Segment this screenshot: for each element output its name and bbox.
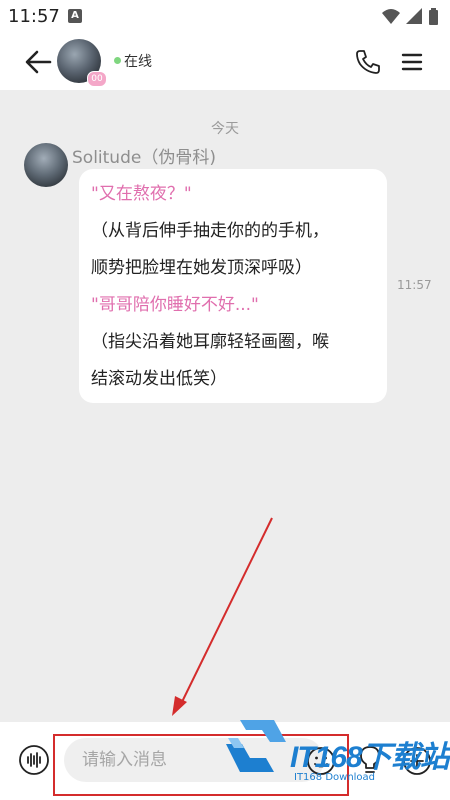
date-separator: 今天: [211, 121, 239, 137]
message-line: "哥哥陪你睡好不好...": [91, 295, 259, 315]
message-line: 结滚动发出低笑）: [91, 369, 227, 389]
avatar-badge: 00: [87, 71, 107, 87]
status-icons: [382, 8, 438, 25]
message-input[interactable]: [64, 738, 324, 782]
message-bubble[interactable]: "又在熬夜？" （从背后伸手抽走你的的手机， 顺势把脸埋在她发顶深呼吸） "哥哥…: [79, 169, 387, 403]
status-time: 11:57: [8, 6, 60, 27]
emoji-button[interactable]: [306, 746, 336, 776]
contact-avatar[interactable]: 00: [57, 39, 107, 87]
battery-icon: [429, 8, 438, 25]
back-button[interactable]: [20, 46, 56, 78]
sender-avatar[interactable]: [24, 143, 68, 187]
chat-screen: 11:57 A 00 在线 今天 Solitude（伪骨科) "又在熬夜？" （…: [0, 0, 450, 800]
menu-button[interactable]: [400, 48, 424, 76]
message-time: 11:57: [397, 278, 432, 292]
online-status: 在线: [124, 54, 152, 70]
message-line: "又在熬夜？": [91, 184, 192, 204]
message-line: （指尖沿着她耳廓轻轻画圈，喉: [91, 332, 329, 352]
message-line: 顺势把脸埋在她发顶深呼吸）: [91, 258, 312, 278]
phone-button[interactable]: [354, 48, 382, 76]
chat-header: 00 在线: [0, 34, 450, 90]
input-bar: [0, 722, 450, 800]
online-dot: [114, 57, 121, 64]
plus-button[interactable]: [402, 746, 432, 776]
message-line: （从背后伸手抽走你的的手机，: [91, 221, 329, 241]
notification-icon: A: [68, 9, 82, 23]
sender-name: Solitude（伪骨科): [72, 148, 216, 168]
wifi-icon: [382, 9, 400, 24]
voice-button[interactable]: [18, 744, 50, 776]
lightbulb-button[interactable]: [356, 744, 384, 776]
signal-icon: [406, 8, 422, 24]
status-bar: 11:57 A: [0, 0, 450, 34]
chat-area[interactable]: 今天 Solitude（伪骨科) "又在熬夜？" （从背后伸手抽走你的的手机， …: [0, 90, 450, 722]
